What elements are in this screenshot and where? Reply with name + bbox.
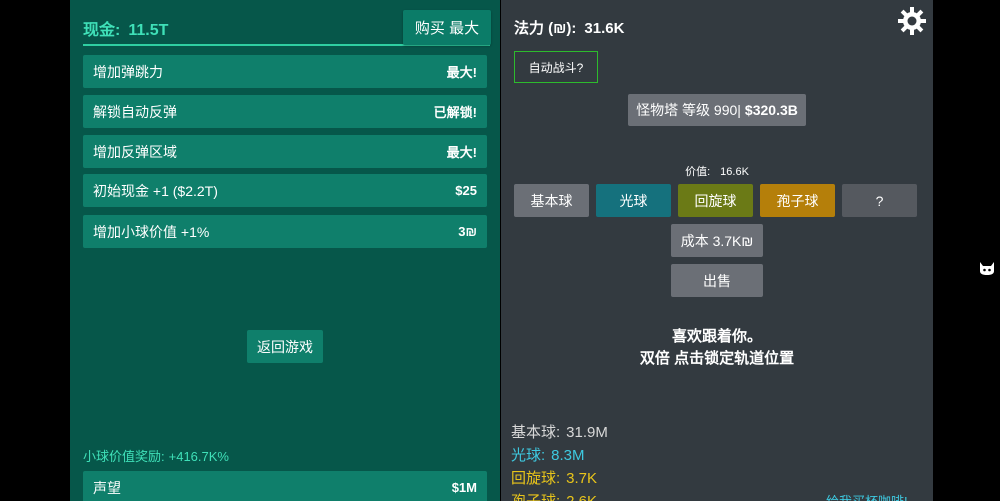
tower-level-label: 怪物塔 等级 990| [636, 102, 741, 118]
auto-battle-button[interactable]: 自动战斗? [514, 51, 598, 83]
back-to-game-button[interactable]: 返回游戏 [247, 330, 323, 363]
stat-row: 基本球: 31.9M [511, 421, 608, 444]
upgrade-status: 最大! [446, 65, 477, 80]
upgrade-status: 已解锁! [433, 105, 477, 120]
value-amount: 16.6K [720, 166, 749, 178]
stat-row: 光球: 8.3M [511, 444, 608, 467]
upgrade-bounce-area-button[interactable]: 增加反弹区域 最大! [83, 135, 487, 168]
buy-coffee-link[interactable]: 给我买杯咖啡! [826, 491, 908, 501]
sell-button[interactable]: 出售 [671, 264, 763, 297]
stat-value: 2.6K [566, 493, 597, 501]
cat-icon[interactable] [978, 259, 996, 277]
stat-row: 孢子球: 2.6K [511, 490, 608, 501]
ball-type-unknown-button[interactable]: ? [842, 184, 917, 217]
upgrade-bounce-button[interactable]: 增加弹跳力 最大! [83, 55, 487, 88]
cash-label: 现金: [83, 22, 121, 39]
bonus-label: 小球价值奖励: [83, 449, 165, 464]
mana-display: 法力 (₪): 31.6K [514, 17, 624, 38]
upgrade-label: 解锁自动反弹 [93, 103, 177, 120]
upgrade-ball-value-button[interactable]: 增加小球价值 +1% 3₪ [83, 215, 487, 248]
ball-description: 喜欢跟着你。 双倍 点击锁定轨道位置 [501, 326, 933, 370]
desc-line: 喜欢跟着你。 [671, 328, 762, 345]
stat-label: 回旋球: [511, 470, 561, 487]
upgrade-starting-cash-button[interactable]: 初始现金 +1 ($2.2T) $25 [83, 174, 487, 207]
stat-label: 基本球: [511, 424, 561, 441]
monster-tower-button[interactable]: 怪物塔 等级 990| $320.3B [628, 94, 806, 126]
upgrade-status: 3₪ [458, 224, 477, 239]
mana-label: 法力 (₪): [514, 20, 577, 37]
value-label: 价值: [685, 166, 711, 178]
stat-row: 回旋球: 3.7K [511, 467, 608, 490]
upgrade-label: 增加反弹区域 [93, 143, 177, 160]
prestige-label: 声望 [93, 479, 121, 496]
ball-cost-button[interactable]: 成本 3.7K₪ [671, 224, 763, 257]
cash-display: 现金: 11.5T [83, 16, 168, 40]
ball-type-light-button[interactable]: 光球 [596, 184, 671, 217]
game-screen: 现金: 11.5T 购买 最大 增加弹跳力 最大! 解锁自动反弹 已解锁! 增加反… [0, 0, 1000, 501]
upgrades-panel: 现金: 11.5T 购买 最大 增加弹跳力 最大! 解锁自动反弹 已解锁! 增加反… [70, 0, 500, 501]
stat-value: 8.3M [551, 447, 585, 464]
desc-line: 双倍 点击锁定轨道位置 [639, 350, 795, 367]
mana-value: 31.6K [584, 20, 625, 37]
monster-tower-panel: 法力 (₪): 31.6K 自动战斗? 怪物塔 等级 990| $320.3B 价值… [501, 0, 933, 501]
cash-value: 11.5T [128, 22, 169, 39]
upgrade-label: 增加小球价值 +1% [93, 223, 210, 240]
prestige-value: $1M [451, 480, 477, 495]
stat-value: 31.9M [566, 424, 608, 441]
stat-label: 孢子球: [511, 493, 560, 501]
ball-value-display: 价值: 16.6K [501, 163, 933, 179]
ball-type-boomerang-button[interactable]: 回旋球 [678, 184, 753, 217]
bonus-value: +416.7K% [168, 449, 229, 464]
ball-value-bonus: 小球价值奖励: +416.7K% [83, 446, 229, 465]
ball-type-spore-button[interactable]: 孢子球 [760, 184, 835, 217]
buy-max-button[interactable]: 购买 最大 [403, 10, 491, 45]
stat-value: 3.7K [566, 470, 598, 487]
tower-cost: $320.3B [744, 102, 798, 118]
stat-label: 光球: [511, 447, 546, 464]
prestige-button[interactable]: 声望 $1M [83, 471, 487, 501]
upgrade-label: 初始现金 +1 ($2.2T) [93, 182, 218, 199]
upgrade-auto-bounce-button[interactable]: 解锁自动反弹 已解锁! [83, 95, 487, 128]
gear-icon[interactable] [897, 6, 927, 36]
ball-type-basic-button[interactable]: 基本球 [514, 184, 589, 217]
upgrade-status: 最大! [446, 145, 477, 160]
upgrade-label: 增加弹跳力 [93, 63, 163, 80]
upgrade-status: $25 [455, 183, 477, 198]
ball-count-stats: 基本球: 31.9M 光球: 8.3M 回旋球: 3.7K 孢子球: 2.6K [511, 421, 608, 501]
